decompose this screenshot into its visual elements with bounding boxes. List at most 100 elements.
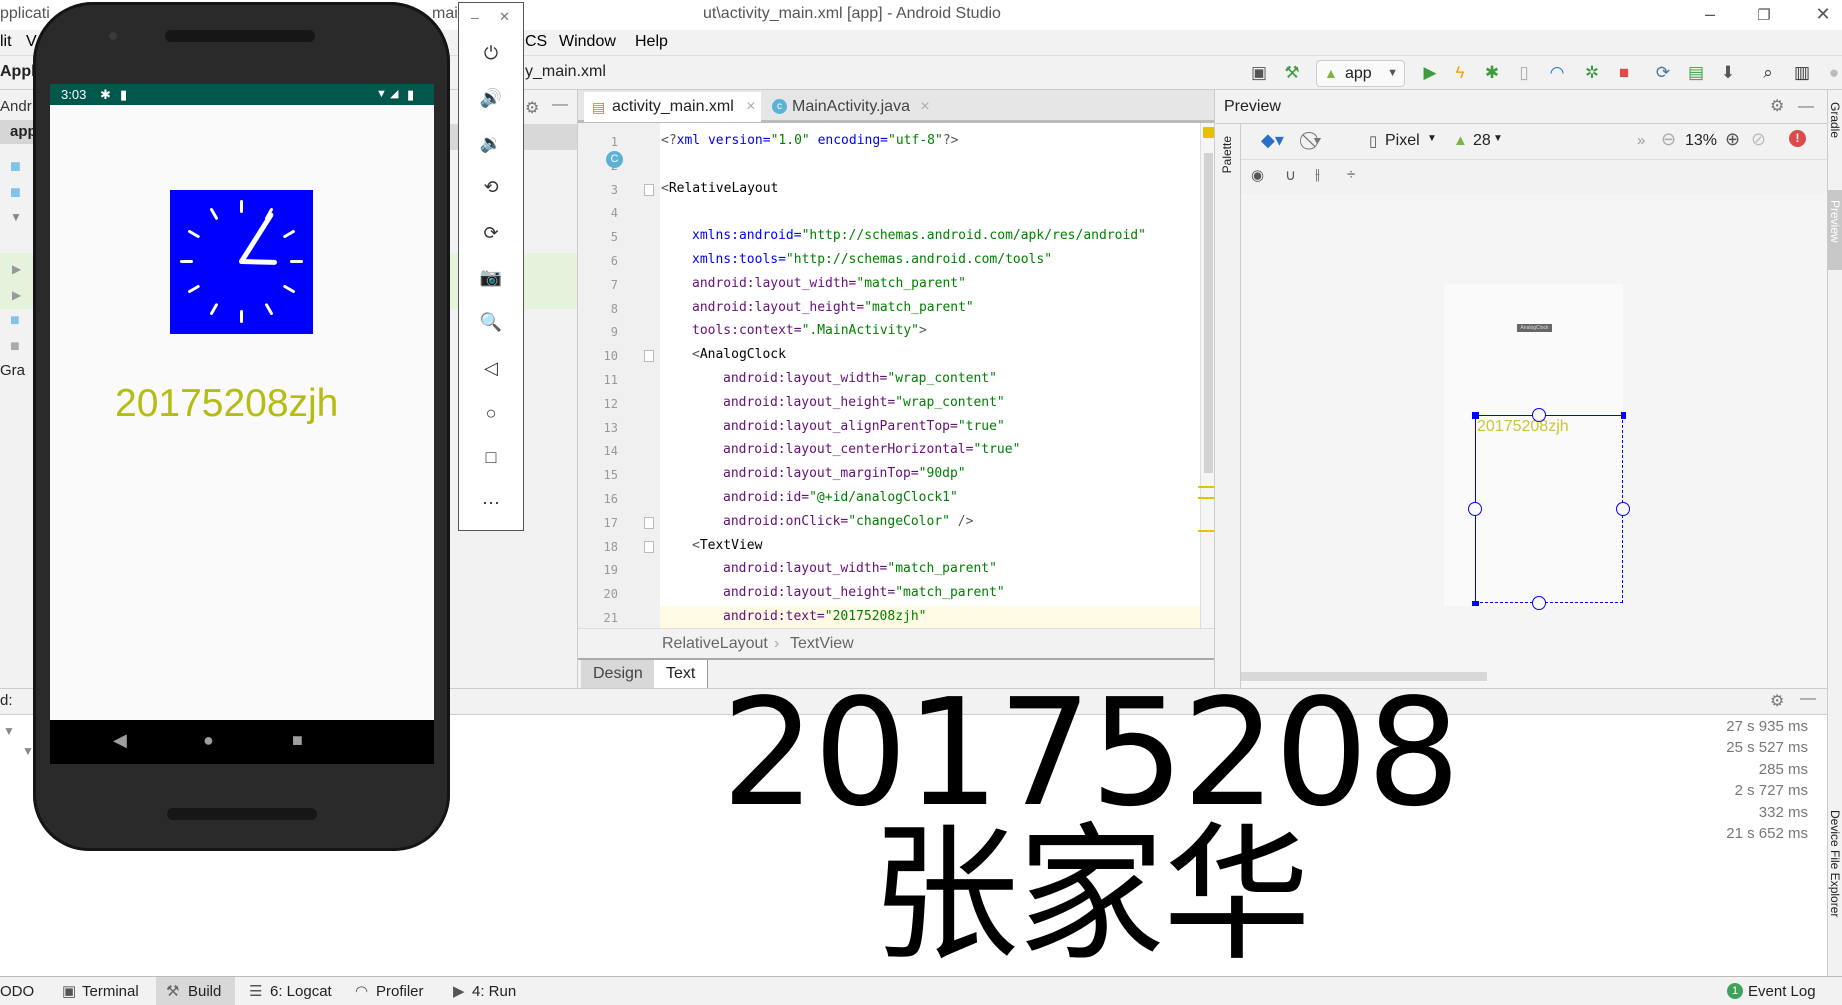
tool-window-preview[interactable]: Preview: [1828, 200, 1842, 243]
code-area[interactable]: <?xml version="1.0" encoding="utf-8"?> <R…: [578, 123, 1200, 628]
back-icon[interactable]: ◀: [113, 730, 127, 751]
code-line[interactable]: xmlns:tools="http://schemas.android.com/…: [692, 252, 1052, 267]
run-config-dropdown[interactable]: ▲ app ▼: [1316, 60, 1405, 87]
tool-window-device-file-explorer[interactable]: Device File Explorer: [1828, 810, 1842, 917]
code-line[interactable]: android:layout_width="match_parent": [692, 276, 966, 291]
menu-window[interactable]: Window: [559, 33, 616, 51]
overview-icon[interactable]: ■: [292, 730, 303, 751]
tool-window-run[interactable]: 4: Run: [472, 981, 516, 1003]
code-line[interactable]: <AnalogClock: [692, 347, 786, 362]
code-line[interactable]: android:id="@+id/analogClock1": [723, 490, 958, 505]
palette-toggle[interactable]: Palette: [1220, 136, 1234, 173]
zoom-icon[interactable]: 🔍: [459, 312, 523, 333]
home-icon[interactable]: ●: [203, 730, 214, 751]
close-tab-icon[interactable]: ×: [746, 98, 755, 115]
run-icon[interactable]: ▶: [1418, 62, 1442, 84]
tab-text[interactable]: Text: [654, 660, 709, 688]
selected-textview-outline[interactable]: 20175208zjh: [1468, 408, 1630, 610]
code-line[interactable]: <?xml version="1.0" encoding="utf-8"?>: [661, 133, 958, 148]
preview-analog-clock[interactable]: AnalogClock: [1517, 324, 1552, 332]
collapse-arrow-icon[interactable]: ▶: [12, 262, 21, 276]
close-icon[interactable]: ✕: [499, 9, 510, 25]
preview-horizontal-scrollbar[interactable]: [1241, 672, 1487, 681]
breadcrumb-item[interactable]: RelativeLayout: [662, 629, 768, 659]
camera-icon[interactable]: 📷: [459, 267, 523, 288]
account-icon[interactable]: ●: [1822, 62, 1842, 84]
stop-icon[interactable]: ■: [1612, 62, 1636, 84]
gear-icon[interactable]: ⚙: [1770, 691, 1784, 711]
more-icon[interactable]: ⋯: [459, 493, 523, 514]
tool-window-gradle[interactable]: Gradle: [1828, 102, 1842, 138]
debug-icon[interactable]: ✱: [1480, 62, 1504, 84]
nav-bar-file[interactable]: y_main.xml: [525, 63, 606, 81]
emulator-screen[interactable]: 3:03 ✱ ▮ ▼ ◢ ▮ 20175208zjh ◀ ● ■: [50, 84, 434, 764]
code-line[interactable]: tools:context=".MainActivity">: [692, 323, 927, 338]
tree-item-gradle[interactable]: Gra: [0, 362, 25, 379]
home-icon[interactable]: ○: [459, 403, 523, 424]
avd-manager-icon[interactable]: ▤: [1684, 62, 1708, 84]
close-icon[interactable]: ✕: [1808, 4, 1838, 25]
sdk-manager-icon[interactable]: ⬇: [1716, 62, 1740, 84]
code-line[interactable]: android:layout_width="match_parent": [723, 561, 997, 576]
zoom-in-icon[interactable]: ⊕: [1725, 129, 1740, 150]
code-line[interactable]: android:onClick="changeColor" />: [723, 514, 973, 529]
layout-editor-icon[interactable]: ▣: [1247, 62, 1271, 84]
eye-icon[interactable]: ◉: [1251, 166, 1264, 184]
volume-down-icon[interactable]: 🔉: [459, 133, 523, 154]
tool-window-todo[interactable]: ODO: [0, 981, 34, 1003]
minimize-panel-icon[interactable]: —: [1800, 690, 1816, 708]
code-line[interactable]: android:layout_height="match_parent": [723, 585, 1005, 600]
layers-icon[interactable]: ◆▾: [1261, 130, 1284, 151]
expand-arrow-icon[interactable]: ▼: [10, 210, 22, 224]
rotate-right-icon[interactable]: ⟳: [459, 223, 523, 244]
minimize-icon[interactable]: –: [471, 9, 479, 25]
gradle-sync-icon[interactable]: ⟳: [1651, 62, 1675, 84]
tool-window-terminal[interactable]: Terminal: [82, 981, 139, 1003]
tool-window-build[interactable]: Build: [188, 981, 221, 1003]
code-editor[interactable]: ▤ activity_main.xml × c MainActivity.jav…: [577, 90, 1215, 688]
resize-handle[interactable]: [1621, 412, 1626, 419]
collapse-arrow-icon[interactable]: ▶: [12, 288, 21, 302]
gear-icon[interactable]: ⚙: [525, 98, 539, 118]
resize-handle[interactable]: [1472, 412, 1479, 419]
code-line[interactable]: android:layout_marginTop="90dp": [723, 466, 966, 481]
tool-window-event-log[interactable]: Event Log: [1748, 981, 1816, 1003]
volume-up-icon[interactable]: 🔊: [459, 88, 523, 109]
tool-window-logcat[interactable]: 6: Logcat: [270, 981, 332, 1003]
breadcrumb-item[interactable]: TextView: [790, 629, 854, 659]
zoom-fit-icon[interactable]: ⊘: [1751, 129, 1766, 150]
profile-icon[interactable]: ◠: [1545, 62, 1569, 84]
search-icon[interactable]: ⌕: [1756, 62, 1780, 84]
orientation-icon[interactable]: ⃠▾: [1313, 130, 1322, 151]
horizontal-guide-icon[interactable]: ⫲: [1315, 166, 1320, 183]
tab-main-activity-java[interactable]: c MainActivity.java ×: [764, 92, 947, 122]
menu-vcs[interactable]: CS: [525, 33, 547, 51]
overview-icon[interactable]: □: [459, 447, 523, 468]
minimize-panel-icon[interactable]: —: [1798, 90, 1814, 124]
power-icon[interactable]: ⏻: [459, 43, 523, 64]
resize-handle[interactable]: [1472, 601, 1479, 606]
project-view-selector[interactable]: Andr: [0, 98, 32, 115]
menu-help[interactable]: Help: [635, 33, 668, 51]
hammer-build-icon[interactable]: ⚒: [1280, 62, 1304, 84]
editor-scrollbar[interactable]: [1198, 123, 1215, 628]
zoom-out-icon[interactable]: ⊖: [1661, 129, 1676, 150]
constraint-anchor[interactable]: [1532, 408, 1546, 422]
tab-design[interactable]: Design: [581, 660, 655, 688]
code-line[interactable]: <RelativeLayout: [661, 181, 778, 196]
code-line[interactable]: android:layout_height="match_parent": [692, 300, 974, 315]
code-line[interactable]: android:text="20175208zjh": [723, 609, 927, 624]
code-line[interactable]: android:layout_width="wrap_content": [723, 371, 997, 386]
overflow-icon[interactable]: »: [1637, 132, 1645, 149]
debug-attach-icon[interactable]: ✲: [1580, 62, 1604, 84]
apply-changes-icon[interactable]: ϟ: [1448, 62, 1472, 84]
constraint-anchor[interactable]: [1468, 502, 1482, 516]
gear-icon[interactable]: ⚙: [1770, 90, 1784, 124]
analog-clock[interactable]: [170, 190, 313, 334]
preview-device-screen[interactable]: AnalogClock 20175208zjh: [1444, 284, 1630, 610]
minimize-panel-icon[interactable]: —: [552, 96, 568, 114]
vertical-guide-icon[interactable]: ÷: [1347, 166, 1355, 183]
constraint-anchor[interactable]: [1532, 596, 1546, 610]
constraint-anchor[interactable]: [1616, 502, 1630, 516]
back-icon[interactable]: ◁: [459, 358, 523, 379]
